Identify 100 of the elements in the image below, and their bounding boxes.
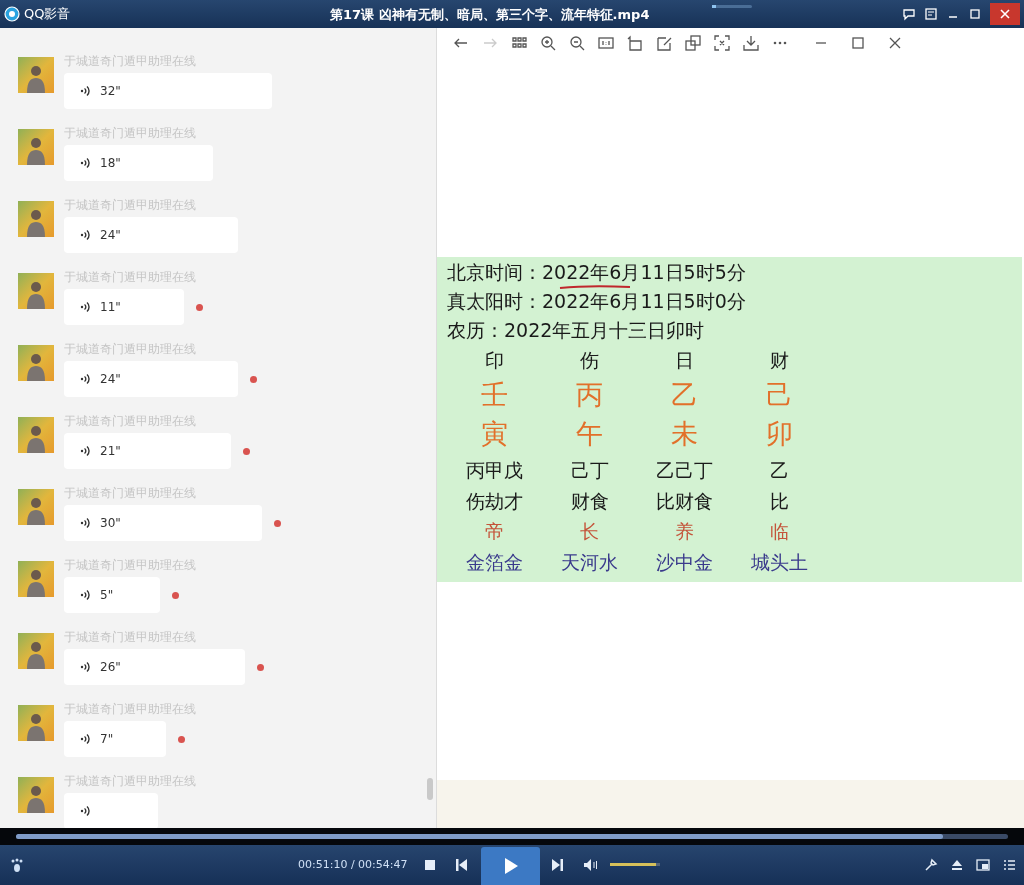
voice-icon xyxy=(80,85,90,97)
heavenly-stem: 壬 xyxy=(480,378,509,413)
app-logo-icon xyxy=(4,6,20,22)
voice-message[interactable]: 24" xyxy=(64,217,238,253)
heavenly-stem: 己 xyxy=(765,378,794,413)
voice-message[interactable]: 26" xyxy=(64,649,245,685)
play-button[interactable] xyxy=(481,847,540,885)
hidden-stems: 乙 xyxy=(769,457,790,483)
earthly-branch: 卯 xyxy=(765,417,794,452)
rotate-icon[interactable] xyxy=(627,35,643,51)
voice-duration: 18" xyxy=(100,155,121,172)
voice-icon xyxy=(80,157,90,169)
avatar[interactable] xyxy=(18,561,54,597)
earthly-branch: 午 xyxy=(575,417,604,452)
tools-icon[interactable] xyxy=(924,858,938,872)
voice-duration: 26" xyxy=(100,659,121,676)
voice-icon xyxy=(80,733,90,745)
voice-icon xyxy=(80,373,90,385)
hidden-gods: 比 xyxy=(769,488,790,514)
volume-icon[interactable] xyxy=(583,858,599,872)
zoom-in-icon[interactable] xyxy=(540,35,556,51)
screenshot-icon[interactable] xyxy=(714,35,730,51)
avatar[interactable] xyxy=(18,489,54,525)
nayin: 天河水 xyxy=(560,549,619,575)
footprint-icon[interactable] xyxy=(10,857,24,873)
close-button[interactable] xyxy=(990,3,1020,25)
voice-icon xyxy=(80,301,90,313)
ten-god-label: 财 xyxy=(769,348,790,374)
previous-icon[interactable] xyxy=(455,858,468,872)
voice-icon xyxy=(80,445,90,457)
nayin: 城头土 xyxy=(750,549,809,575)
earthly-branch: 寅 xyxy=(480,417,509,452)
chat-icon[interactable] xyxy=(902,7,916,21)
hidden-gods: 比财食 xyxy=(655,488,714,514)
scrollbar-thumb[interactable] xyxy=(427,778,433,800)
voice-duration: 30" xyxy=(100,515,121,532)
actual-size-icon[interactable] xyxy=(598,35,614,51)
next-icon[interactable] xyxy=(551,858,564,872)
voice-duration: 21" xyxy=(100,443,121,460)
eject-icon[interactable] xyxy=(950,858,964,872)
life-stage: 长 xyxy=(579,519,600,545)
zoom-out-icon[interactable] xyxy=(569,35,585,51)
hidden-gods: 伤劫才 xyxy=(465,488,524,514)
voice-duration: 7" xyxy=(100,731,114,748)
hidden-stems: 己丁 xyxy=(569,457,610,483)
avatar[interactable] xyxy=(18,777,54,813)
nayin: 金箔金 xyxy=(465,549,524,575)
voice-icon xyxy=(80,805,90,817)
voice-message[interactable]: 21" xyxy=(64,433,231,469)
voice-message[interactable]: 11" xyxy=(64,289,184,325)
voice-message[interactable]: 32" xyxy=(64,73,272,109)
avatar[interactable] xyxy=(18,201,54,237)
hidden-stems: 丙甲戊 xyxy=(465,457,524,483)
avatar[interactable] xyxy=(18,129,54,165)
avatar[interactable] xyxy=(18,705,54,741)
life-stage: 帝 xyxy=(484,519,505,545)
ten-god-label: 印 xyxy=(484,348,505,374)
voice-duration: 5" xyxy=(100,587,114,604)
life-stage: 临 xyxy=(769,519,790,545)
ten-god-label: 日 xyxy=(674,348,695,374)
menu-icon[interactable] xyxy=(924,7,938,21)
maximize-icon[interactable] xyxy=(968,7,982,21)
maximize-icon[interactable] xyxy=(850,35,866,51)
voice-duration: 32" xyxy=(100,83,121,100)
avatar[interactable] xyxy=(18,345,54,381)
hidden-stems: 乙己丁 xyxy=(655,457,714,483)
download-icon[interactable] xyxy=(743,35,759,51)
close-icon xyxy=(999,8,1011,20)
avatar[interactable] xyxy=(18,633,54,669)
voice-duration: 11" xyxy=(100,299,121,316)
voice-message[interactable]: 7" xyxy=(64,721,166,757)
play-icon xyxy=(502,857,519,875)
edit-icon[interactable] xyxy=(656,35,672,51)
window-mode-icon[interactable] xyxy=(976,858,990,872)
info-line: 北京时间：2022年6月11日5时5分 xyxy=(447,260,746,286)
window-title: 第17课 凶神有无制、暗局、第三个字、流年特征.mp4 xyxy=(330,6,650,24)
stop-icon[interactable] xyxy=(424,859,436,871)
voice-icon xyxy=(80,517,90,529)
voice-message[interactable]: 30" xyxy=(64,505,262,541)
voice-icon xyxy=(80,589,90,601)
avatar[interactable] xyxy=(18,273,54,309)
voice-icon xyxy=(80,661,90,673)
close-icon[interactable] xyxy=(887,35,903,51)
voice-message[interactable]: 24" xyxy=(64,361,238,397)
heavenly-stem: 丙 xyxy=(575,378,604,413)
info-line: 真太阳时：2022年6月11日5时0分 xyxy=(447,289,746,315)
voice-message[interactable]: 18" xyxy=(64,145,213,181)
copy-icon[interactable] xyxy=(685,35,701,51)
avatar[interactable] xyxy=(18,417,54,453)
earthly-branch: 未 xyxy=(670,417,699,452)
avatar[interactable] xyxy=(18,57,54,93)
hidden-gods: 财食 xyxy=(569,488,610,514)
title-slider-track[interactable] xyxy=(712,5,752,8)
ten-god-label: 伤 xyxy=(579,348,600,374)
voice-duration: 24" xyxy=(100,371,121,388)
voice-message[interactable]: 5" xyxy=(64,577,160,613)
nayin: 沙中金 xyxy=(655,549,714,575)
info-line: 农历：2022年五月十三日卯时 xyxy=(447,318,705,344)
playlist-icon[interactable] xyxy=(1002,858,1016,872)
grid-icon[interactable] xyxy=(511,35,527,51)
